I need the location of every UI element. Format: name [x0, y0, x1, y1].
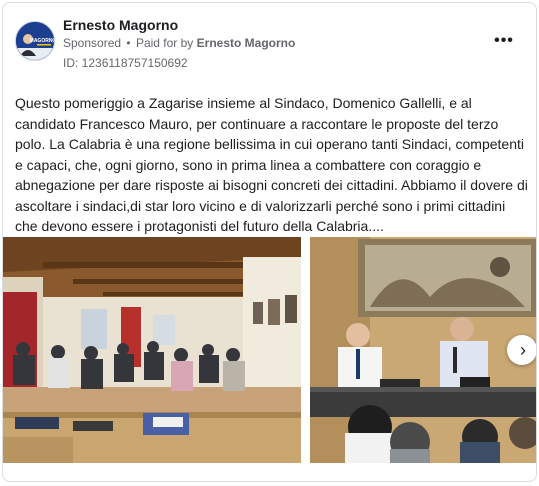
chevron-right-icon: ›: [520, 340, 526, 360]
more-horizontal-icon: •••: [494, 32, 514, 49]
post-text: Questo pomeriggio a Zagarise insieme al …: [15, 95, 528, 234]
sponsored-line: Sponsored • Paid for by Ernesto Magorno: [63, 36, 295, 50]
ad-id: ID: 1236118757150692: [63, 56, 188, 70]
page-name[interactable]: Ernesto Magorno: [63, 17, 178, 33]
avatar-logo-text: MAGORNO: [30, 38, 55, 44]
photo-meeting-hall[interactable]: [3, 237, 301, 463]
photo-speakers[interactable]: [310, 237, 536, 463]
paid-for-label: Paid for by: [135, 36, 194, 50]
ad-card: MAGORNO Ernesto Magorno Sponsored • Paid…: [2, 2, 537, 482]
carousel-next-button[interactable]: ›: [507, 335, 536, 365]
more-options-button[interactable]: •••: [492, 31, 516, 51]
separator-dot: •: [126, 36, 131, 50]
page-avatar[interactable]: MAGORNO: [15, 21, 55, 61]
paid-for-name[interactable]: Ernesto Magorno: [197, 36, 296, 50]
sponsored-label: Sponsored: [63, 36, 122, 50]
